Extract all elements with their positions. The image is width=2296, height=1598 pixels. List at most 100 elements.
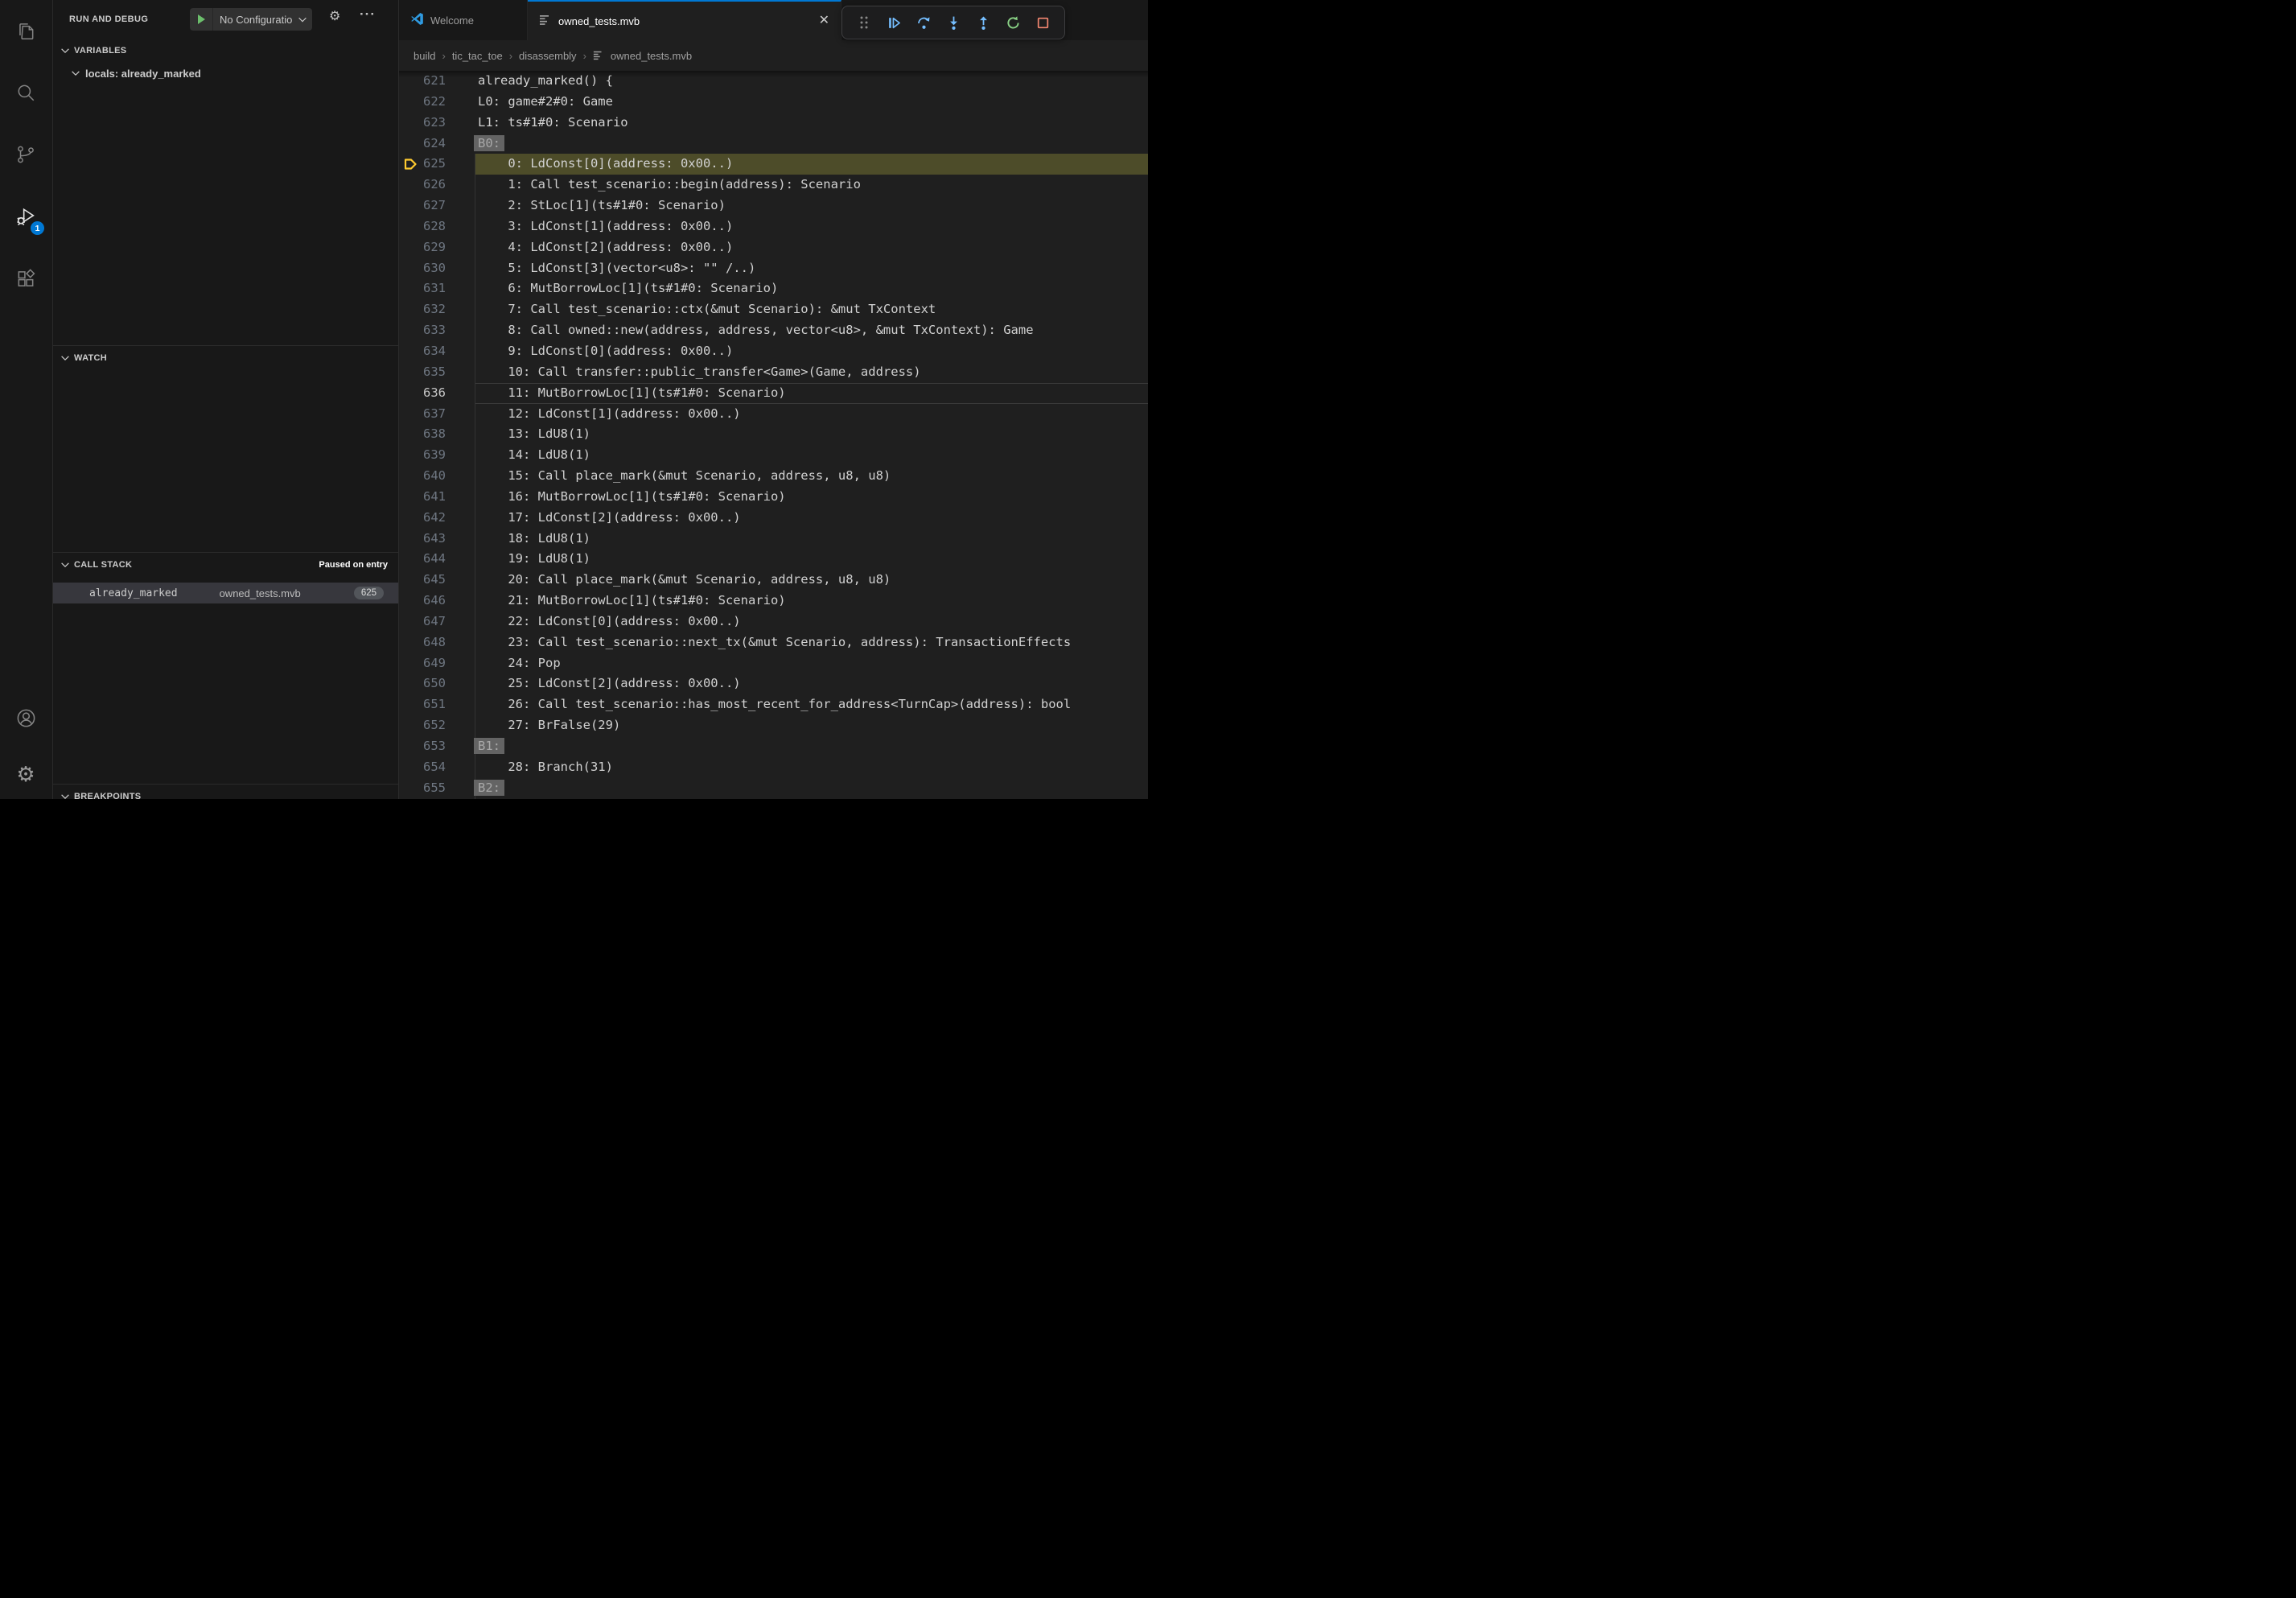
code-line[interactable]: 627 2: StLoc[1](ts#1#0: Scenario)	[399, 196, 1148, 216]
code-line[interactable]: 638 13: LdU8(1)	[399, 424, 1148, 445]
code-line[interactable]: 642 17: LdConst[2](address: 0x00..)	[399, 508, 1148, 529]
line-number[interactable]: 651	[399, 694, 475, 715]
line-number[interactable]: 630	[399, 258, 475, 279]
more-actions-icon[interactable]: ···	[360, 6, 376, 23]
line-text[interactable]: L0: game#2#0: Game	[475, 92, 1148, 113]
line-text[interactable]: 13: LdU8(1)	[475, 424, 1148, 445]
line-text[interactable]: 26: Call test_scenario::has_most_recent_…	[475, 694, 1148, 715]
line-number[interactable]: 637	[399, 404, 475, 425]
line-number[interactable]: 626	[399, 175, 475, 196]
breakpoints-header[interactable]: BREAKPOINTS	[53, 785, 398, 799]
close-icon[interactable]: ✕	[819, 14, 829, 27]
code-line[interactable]: 623L1: ts#1#0: Scenario	[399, 113, 1148, 134]
line-text[interactable]: 7: Call test_scenario::ctx(&mut Scenario…	[475, 299, 1148, 320]
stop-icon[interactable]	[1028, 10, 1058, 35]
line-text[interactable]: 20: Call place_mark(&mut Scenario, addre…	[475, 570, 1148, 591]
line-text[interactable]: 5: LdConst[3](vector<u8>: "" /..)	[475, 258, 1148, 279]
line-text[interactable]: 24: Pop	[475, 653, 1148, 674]
start-debug-button[interactable]	[190, 8, 212, 31]
step-over-icon[interactable]	[909, 10, 939, 35]
code-line[interactable]: 622L0: game#2#0: Game	[399, 92, 1148, 113]
line-number[interactable]: 627	[399, 196, 475, 216]
line-text[interactable]: 0: LdConst[0](address: 0x00..)	[475, 154, 1148, 175]
code-line[interactable]: 653B1:	[399, 736, 1148, 757]
line-number[interactable]: 646	[399, 591, 475, 612]
tab-owned-tests[interactable]: owned_tests.mvb ✕	[528, 0, 841, 40]
line-text[interactable]: B2:	[475, 778, 1148, 799]
line-text[interactable]: 21: MutBorrowLoc[1](ts#1#0: Scenario)	[475, 591, 1148, 612]
line-number[interactable]: 649	[399, 653, 475, 674]
line-number[interactable]: 652	[399, 715, 475, 736]
line-number[interactable]: 622	[399, 92, 475, 113]
code-line[interactable]: 648 23: Call test_scenario::next_tx(&mut…	[399, 632, 1148, 653]
step-out-icon[interactable]	[969, 10, 998, 35]
line-number[interactable]: 638	[399, 424, 475, 445]
line-text[interactable]: 12: LdConst[1](address: 0x00..)	[475, 404, 1148, 425]
line-number[interactable]: 640	[399, 466, 475, 487]
line-text[interactable]: 14: LdU8(1)	[475, 445, 1148, 466]
code-line[interactable]: 640 15: Call place_mark(&mut Scenario, a…	[399, 466, 1148, 487]
search-icon[interactable]	[0, 72, 51, 113]
line-text[interactable]: 10: Call transfer::public_transfer<Game>…	[475, 362, 1148, 383]
line-number[interactable]: 642	[399, 508, 475, 529]
line-number[interactable]: 634	[399, 341, 475, 362]
code-line[interactable]: 647 22: LdConst[0](address: 0x00..)	[399, 612, 1148, 632]
line-text[interactable]: 16: MutBorrowLoc[1](ts#1#0: Scenario)	[475, 487, 1148, 508]
code-line[interactable]: 626 1: Call test_scenario::begin(address…	[399, 175, 1148, 196]
line-text[interactable]: 1: Call test_scenario::begin(address): S…	[475, 175, 1148, 196]
code-line[interactable]: 635 10: Call transfer::public_transfer<G…	[399, 362, 1148, 383]
code-line[interactable]: 643 18: LdU8(1)	[399, 529, 1148, 550]
line-number[interactable]: 653	[399, 736, 475, 757]
line-text[interactable]: B0:	[475, 134, 1148, 154]
code-line[interactable]: 644 19: LdU8(1)	[399, 549, 1148, 570]
line-text[interactable]: 28: Branch(31)	[475, 757, 1148, 778]
line-number[interactable]: 635	[399, 362, 475, 383]
step-into-icon[interactable]	[939, 10, 969, 35]
line-text[interactable]: 8: Call owned::new(address, address, vec…	[475, 320, 1148, 341]
watch-header[interactable]: WATCH	[53, 346, 398, 370]
line-text[interactable]: 9: LdConst[0](address: 0x00..)	[475, 341, 1148, 362]
variables-scope-row[interactable]: locals: already_marked	[53, 63, 398, 84]
explorer-icon[interactable]	[0, 10, 51, 51]
code-line[interactable]: 621already_marked() {	[399, 71, 1148, 92]
line-text[interactable]: 23: Call test_scenario::next_tx(&mut Sce…	[475, 632, 1148, 653]
line-number[interactable]: 633	[399, 320, 475, 341]
line-number[interactable]: 639	[399, 445, 475, 466]
tab-welcome[interactable]: Welcome	[399, 0, 528, 40]
line-number[interactable]: 643	[399, 529, 475, 550]
settings-gear-icon[interactable]: ⚙	[0, 753, 51, 795]
line-text[interactable]: 25: LdConst[2](address: 0x00..)	[475, 673, 1148, 694]
code-area[interactable]: 621already_marked() {622L0: game#2#0: Ga…	[399, 71, 1148, 799]
line-number[interactable]: 650	[399, 673, 475, 694]
code-line[interactable]: 646 21: MutBorrowLoc[1](ts#1#0: Scenario…	[399, 591, 1148, 612]
code-line[interactable]: 634 9: LdConst[0](address: 0x00..)	[399, 341, 1148, 362]
account-icon[interactable]	[0, 697, 51, 739]
line-text[interactable]: 2: StLoc[1](ts#1#0: Scenario)	[475, 196, 1148, 216]
code-line[interactable]: 628 3: LdConst[1](address: 0x00..)	[399, 216, 1148, 237]
code-line[interactable]: 649 24: Pop	[399, 653, 1148, 674]
line-number[interactable]: 645	[399, 570, 475, 591]
line-text[interactable]: 4: LdConst[2](address: 0x00..)	[475, 237, 1148, 258]
line-text[interactable]: 22: LdConst[0](address: 0x00..)	[475, 612, 1148, 632]
line-text[interactable]: 17: LdConst[2](address: 0x00..)	[475, 508, 1148, 529]
code-line[interactable]: 639 14: LdU8(1)	[399, 445, 1148, 466]
code-line[interactable]: 652 27: BrFalse(29)	[399, 715, 1148, 736]
debug-config-dropdown[interactable]: No Configurations	[190, 8, 312, 31]
toolbar-drag-grip[interactable]	[850, 10, 879, 35]
breadcrumb-item[interactable]: tic_tac_toe	[452, 50, 503, 62]
line-number[interactable]: 641	[399, 487, 475, 508]
line-text[interactable]: 11: MutBorrowLoc[1](ts#1#0: Scenario)	[475, 383, 1148, 404]
line-text[interactable]: 15: Call place_mark(&mut Scenario, addre…	[475, 466, 1148, 487]
line-text[interactable]: L1: ts#1#0: Scenario	[475, 113, 1148, 134]
line-number[interactable]: 636	[399, 383, 475, 404]
debug-settings-gear-icon[interactable]: ⚙	[329, 10, 340, 23]
code-line[interactable]: 630 5: LdConst[3](vector<u8>: "" /..)	[399, 258, 1148, 279]
restart-icon[interactable]	[998, 10, 1028, 35]
breadcrumb-item[interactable]: owned_tests.mvb	[611, 50, 692, 62]
code-line[interactable]: 655B2:	[399, 778, 1148, 799]
code-line[interactable]: 651 26: Call test_scenario::has_most_rec…	[399, 694, 1148, 715]
line-number[interactable]: 623	[399, 113, 475, 134]
breadcrumb-item[interactable]: disassembly	[519, 50, 577, 62]
line-number[interactable]: 654	[399, 757, 475, 778]
stack-frame-row[interactable]: already_marked owned_tests.mvb 625	[53, 583, 398, 603]
